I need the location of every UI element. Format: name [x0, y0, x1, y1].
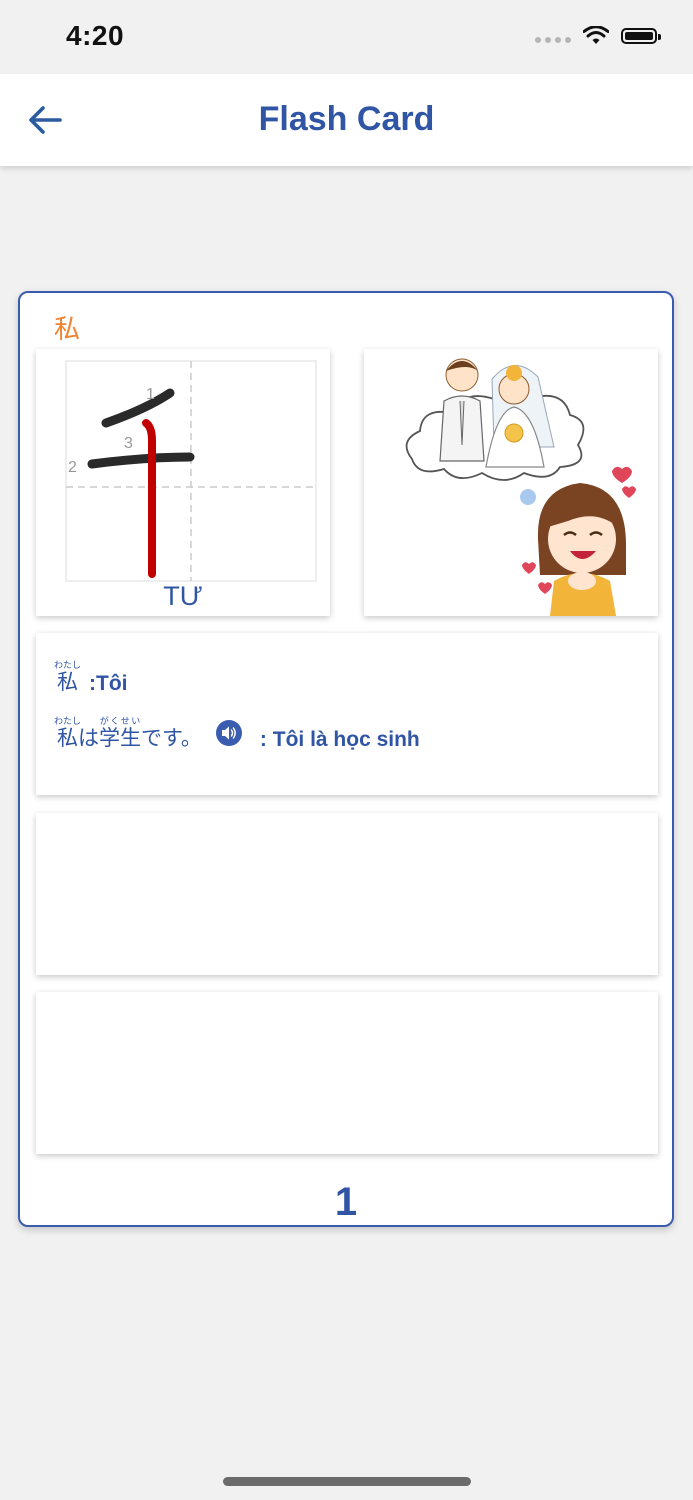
- cellular-signal-icon: [535, 37, 571, 43]
- empty-panel: [36, 813, 658, 975]
- status-icons: [535, 26, 661, 46]
- home-indicator[interactable]: [223, 1477, 471, 1486]
- kanji-reading: TƯ: [163, 581, 203, 611]
- status-time: 4:20: [66, 20, 125, 51]
- battery-icon: [621, 28, 661, 44]
- audio-play-button[interactable]: [215, 719, 242, 746]
- page-title: Flash Card: [258, 100, 435, 138]
- page-number: 1: [334, 1180, 358, 1224]
- flash-card[interactable]: 私 1 2 3 TƯ 私わたし:Tôi 私わたしは学生がくせいです。: Tô…: [18, 291, 674, 1227]
- navigation-bar: Flash Card: [0, 74, 693, 166]
- stroke-order-panel[interactable]: 1 2 3 TƯ: [36, 349, 330, 616]
- meaning-panel: 私わたし :Tôi 私わたしは学生がくせいです。 : Tôi là học si…: [36, 633, 658, 795]
- stroke-number-1: 1: [146, 386, 155, 403]
- example-sentence: 私わたしは学生がくせいです。: [54, 717, 202, 750]
- illustration-panel: [364, 349, 658, 616]
- stroke-order-diagram: 1 2 3: [65, 360, 317, 582]
- stroke-number-3: 3: [124, 435, 133, 452]
- illustration-image: [405, 358, 636, 616]
- empty-panel: [36, 992, 658, 1154]
- wifi-icon: [583, 26, 609, 44]
- speaker-icon: [221, 726, 236, 739]
- vocab-kanji: 私わたし: [54, 661, 82, 694]
- stroke-number-2: 2: [68, 459, 77, 476]
- example-row: 私わたしは学生がくせいです。 : Tôi là học sinh: [54, 717, 420, 752]
- status-bar: 4:20: [0, 0, 693, 74]
- kanji-title: 私: [54, 315, 81, 345]
- vocab-row: 私わたし :Tôi: [54, 661, 128, 696]
- vocab-meaning: :Tôi: [89, 672, 128, 695]
- example-meaning: : Tôi là học sinh: [259, 728, 420, 751]
